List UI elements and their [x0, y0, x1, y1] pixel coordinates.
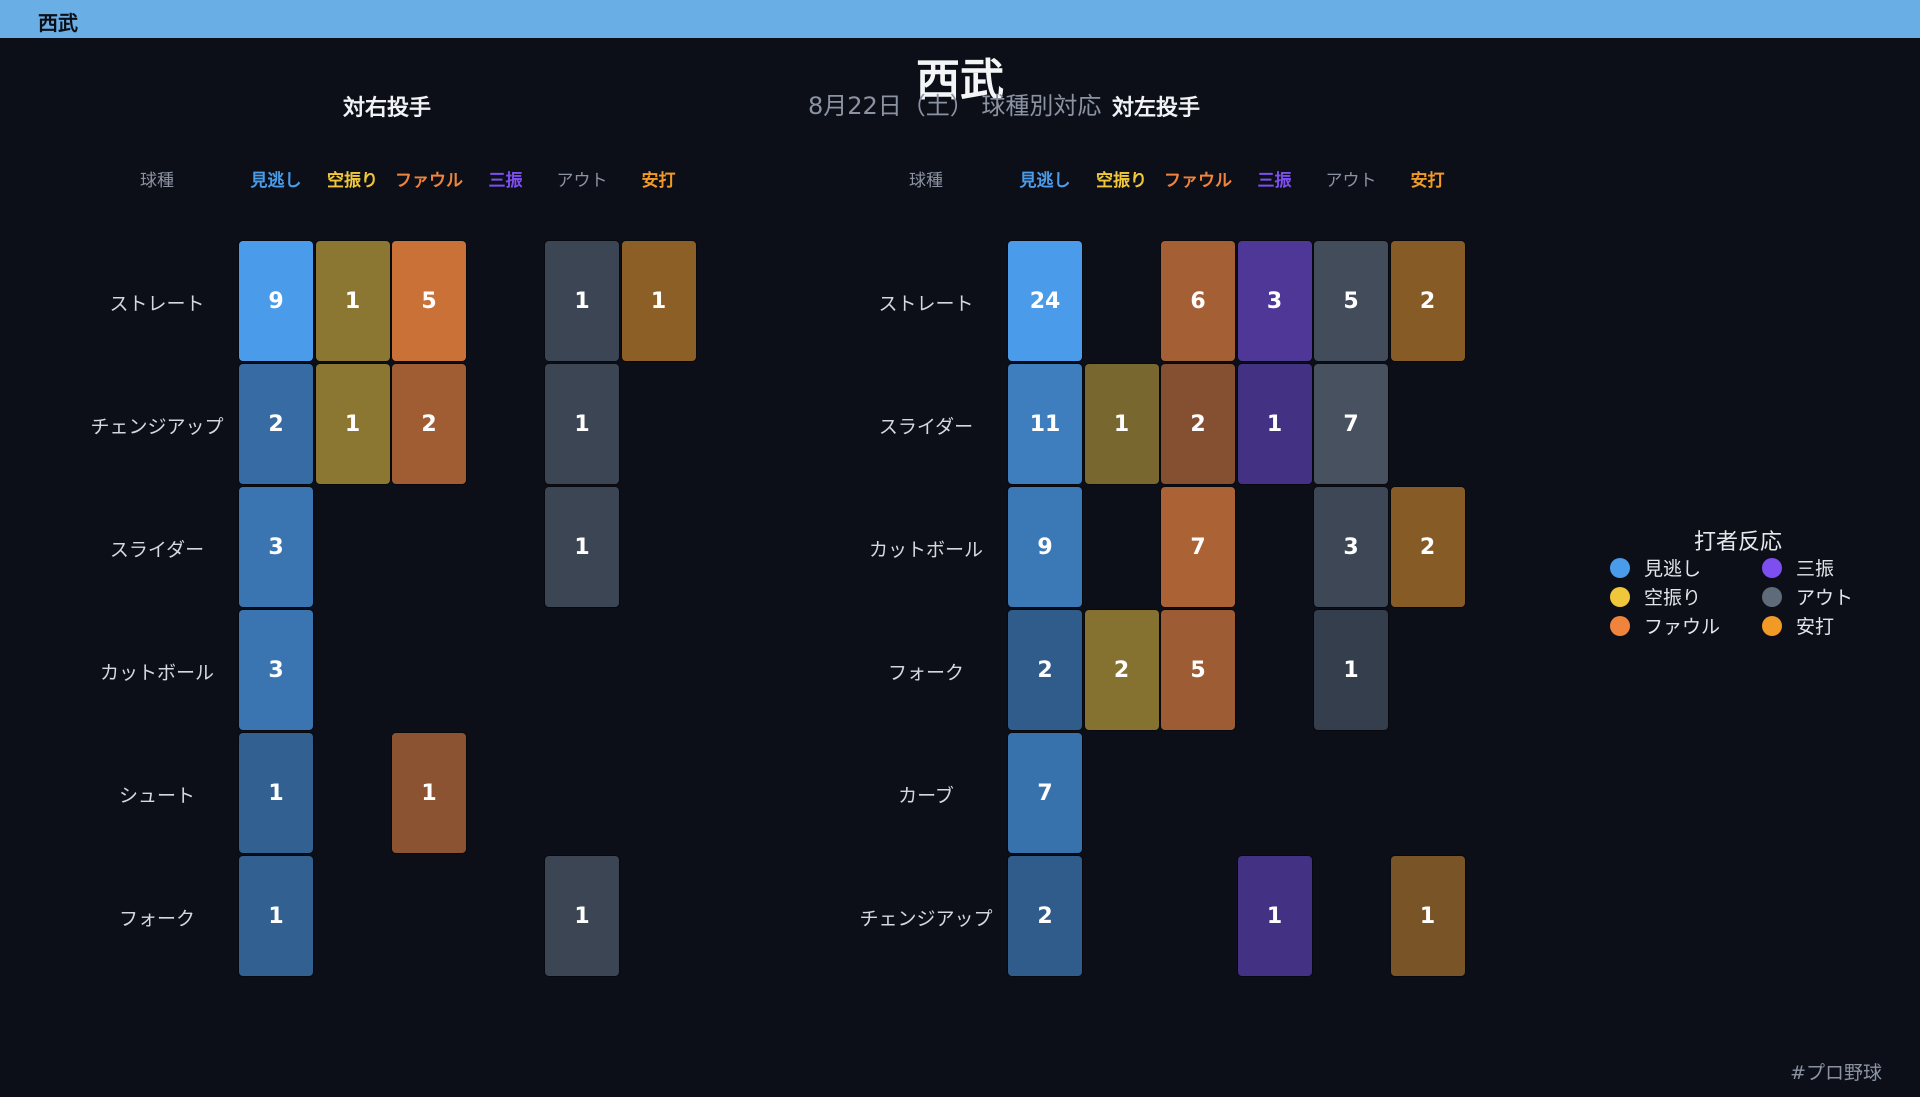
legend-dot-icon: [1762, 615, 1782, 636]
heatmap-cell: 3: [239, 610, 313, 730]
column-header: 見逃し: [250, 171, 302, 191]
heatmap-cell: 24: [1008, 241, 1082, 361]
column-header: 安打: [1410, 171, 1445, 191]
row-label: カットボール: [99, 662, 214, 684]
legend-item: ファウル: [1610, 612, 1720, 639]
hashtag: #プロ野球: [1790, 1062, 1882, 1084]
legend-item: 三振: [1762, 554, 1834, 581]
column-header: 空振り: [327, 171, 378, 191]
heatmap-cell: 7: [1314, 364, 1388, 484]
heatmap-cell: 1: [545, 487, 619, 607]
heatmap-cell: 2: [239, 364, 313, 484]
column-header: アウト: [556, 171, 608, 191]
row-label: チェンジアップ: [859, 908, 993, 930]
heatmap-cell: 5: [1161, 610, 1235, 730]
heatmap-cell: 2: [1390, 487, 1465, 607]
row-header-label: 球種: [140, 171, 174, 191]
row-label: ストレート: [878, 293, 974, 315]
column-header: 空振り: [1096, 171, 1147, 191]
row-label: スライダー: [878, 416, 974, 438]
heatmap-cell: 1: [621, 241, 696, 361]
legend-title: 打者反応: [1693, 530, 1782, 555]
heatmap-cell: 3: [239, 487, 313, 607]
heatmap-cell: 2: [1008, 610, 1082, 730]
legend-dot-icon: [1610, 557, 1630, 578]
heatmap-cell: 3: [1237, 241, 1312, 361]
heatmap-cell: 1: [545, 856, 619, 976]
heatmap-cell: 1: [545, 364, 619, 484]
heatmap-cell: 3: [1314, 487, 1388, 607]
legend-label: アウト: [1796, 587, 1854, 609]
heatmap-cell: 1: [1237, 364, 1312, 484]
heatmap-cell: 1: [1237, 856, 1312, 976]
heatmap-cell: 6: [1161, 241, 1235, 361]
heatmap-cell: 11: [1008, 364, 1082, 484]
heatmap-cell: 2: [392, 364, 466, 484]
row-header-label: 球種: [909, 171, 943, 191]
column-header: 三振: [1257, 171, 1292, 191]
heatmap-cell: 2: [1390, 241, 1465, 361]
panel-title: 対左投手: [1111, 96, 1201, 121]
legend-item: 空振り: [1610, 583, 1701, 610]
row-label: スライダー: [109, 539, 205, 561]
legend-dot-icon: [1762, 586, 1782, 607]
row-label: シュート: [118, 785, 195, 807]
top-bar: 西武: [0, 0, 1920, 38]
heatmap-cell: 1: [315, 241, 390, 361]
row-label: カーブ: [898, 785, 954, 807]
column-header: ファウル: [1164, 171, 1232, 191]
column-header: 三振: [488, 171, 523, 191]
column-header: アウト: [1325, 171, 1377, 191]
row-label: フォーク: [887, 662, 964, 684]
legend-item: アウト: [1762, 583, 1853, 610]
heatmap-cell: 5: [392, 241, 466, 361]
chart-subtitle: 8月22日（土） 球種別対応: [808, 92, 1102, 120]
heatmap-cell: 2: [1084, 610, 1159, 730]
heatmap-cell: 9: [239, 241, 313, 361]
row-label: ストレート: [109, 293, 205, 315]
legend-dot-icon: [1610, 586, 1630, 607]
heatmap-cell: 1: [315, 364, 390, 484]
row-label: チェンジアップ: [90, 416, 224, 438]
legend-item: 見逃し: [1610, 554, 1701, 581]
heatmap-cell: 2: [1161, 364, 1235, 484]
heatmap-cell: 1: [239, 733, 313, 853]
legend-item: 安打: [1762, 612, 1834, 639]
legend-label: 三振: [1796, 558, 1835, 580]
row-label: フォーク: [118, 908, 195, 930]
legend-label: ファウル: [1644, 616, 1721, 638]
heatmap-cell: 1: [392, 733, 466, 853]
legend-dot-icon: [1610, 615, 1630, 636]
heatmap-cell: 9: [1008, 487, 1082, 607]
heatmap-cell: 2: [1008, 856, 1082, 976]
column-header: ファウル: [395, 171, 463, 191]
heatmap-cell: 1: [545, 241, 619, 361]
heatmap-cell: 5: [1314, 241, 1388, 361]
heatmap-cell: 1: [1314, 610, 1388, 730]
legend-label: 見逃し: [1644, 558, 1702, 580]
heatmap-cell: 7: [1161, 487, 1235, 607]
column-header: 安打: [641, 171, 676, 191]
heatmap-cell: 1: [1390, 856, 1465, 976]
legend-label: 空振り: [1644, 587, 1702, 609]
panel-title: 対右投手: [342, 96, 432, 121]
team-name: 西武: [38, 11, 78, 35]
heatmap-cell: 1: [239, 856, 313, 976]
legend-label: 安打: [1796, 616, 1835, 638]
column-header: 見逃し: [1019, 171, 1071, 191]
legend-dot-icon: [1762, 557, 1782, 578]
heatmap-cell: 7: [1008, 733, 1082, 853]
heatmap-cell: 1: [1084, 364, 1159, 484]
row-label: カットボール: [868, 539, 983, 561]
